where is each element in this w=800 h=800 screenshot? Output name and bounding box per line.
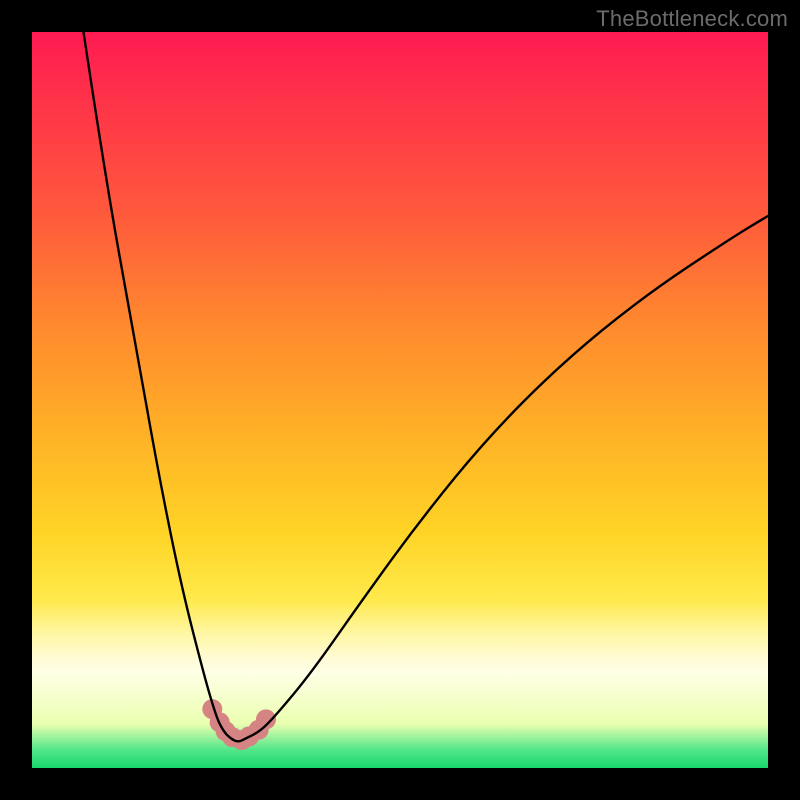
curve-svg	[32, 32, 768, 768]
watermark-text: TheBottleneck.com	[596, 6, 788, 32]
chart-frame: TheBottleneck.com	[0, 0, 800, 800]
bottleneck-curve	[84, 32, 769, 741]
plot-area	[32, 32, 768, 768]
